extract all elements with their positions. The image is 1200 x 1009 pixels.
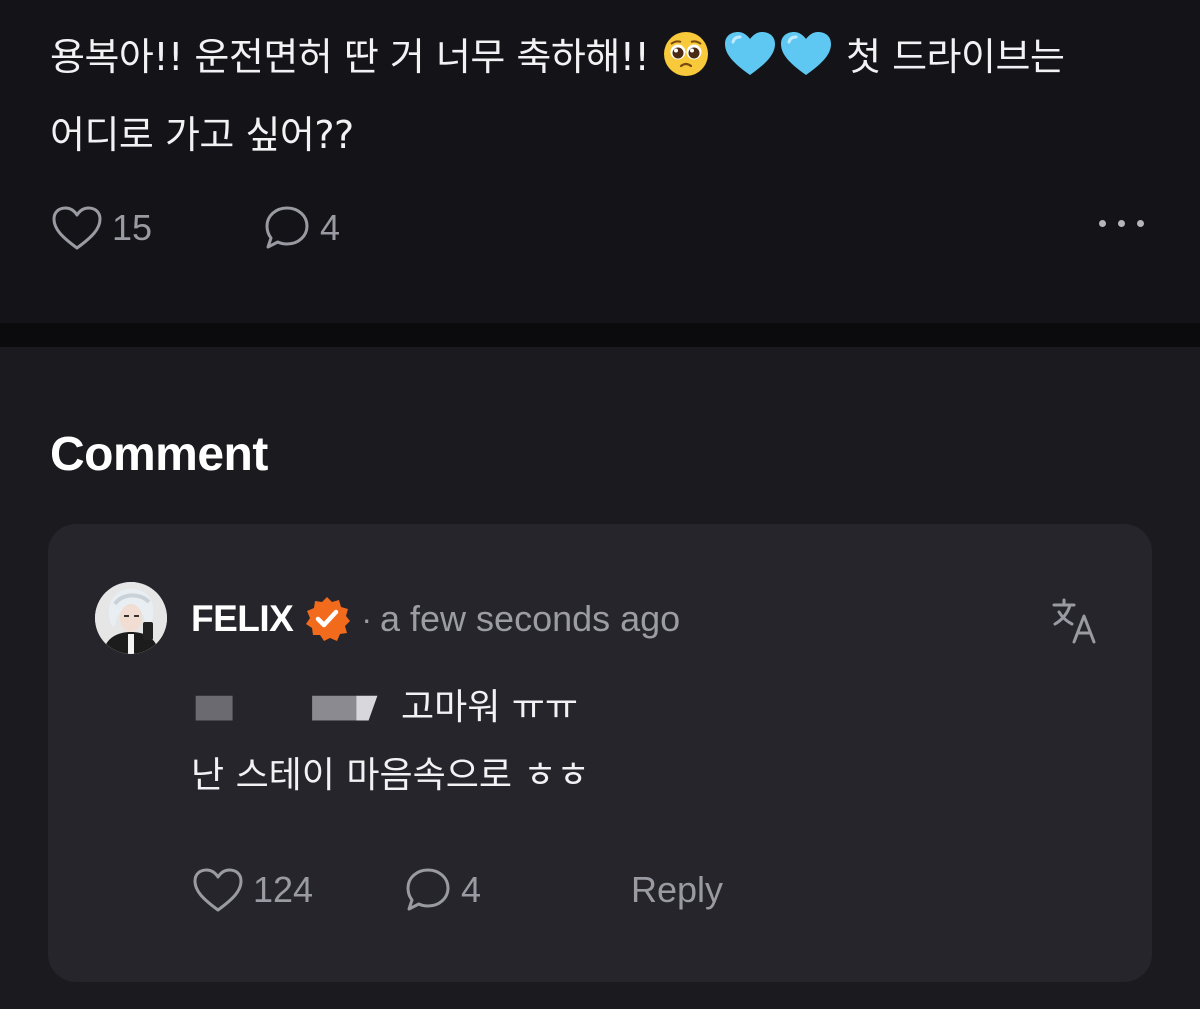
post-text: 용복아!! 운전면허 딴 거 너무 축하해!! 첫 드라이브는 어디로 가고 싶… — [50, 18, 1150, 174]
author-name[interactable]: FELIX — [191, 598, 294, 640]
meta-separator: · — [361, 600, 372, 637]
light-blue-heart-emoji-icon — [781, 32, 832, 75]
more-dot-icon — [1099, 220, 1106, 227]
avatar[interactable] — [95, 582, 167, 654]
post: 용복아!! 운전면허 딴 거 너무 축하해!! 첫 드라이브는 어디로 가고 싶… — [0, 0, 1200, 323]
comment-reply-count-button[interactable]: 4 — [403, 862, 481, 918]
more-options-button[interactable] — [1099, 220, 1144, 227]
post-text-part2: 첫 드라이브는 — [846, 35, 1065, 79]
more-dot-icon — [1118, 220, 1125, 227]
comment-body: 고마워 ㅠㅠ 난 스테이 마음속으로 ㅎㅎ — [191, 674, 1091, 810]
post-text-line2: 어디로 가고 싶어?? — [50, 113, 354, 157]
post-comment-button[interactable]: 4 — [262, 200, 340, 256]
translate-icon — [1052, 598, 1096, 644]
comment-header: FELIX · a few seconds ago — [191, 594, 680, 644]
post-like-count: 15 — [112, 207, 153, 248]
comment-actions: 124 4 Reply — [191, 862, 1091, 918]
section-divider — [0, 323, 1200, 347]
comment-bubble-icon — [265, 206, 309, 249]
comment-text-line2: 난 스테이 마음속으로 ㅎㅎ — [191, 755, 590, 796]
heart-icon — [52, 206, 102, 250]
post-comment-count: 4 — [320, 207, 341, 248]
comment-section: Comment FELIX · a few seconds ago 고마워 ㅠㅠ… — [0, 347, 1200, 1009]
post-like-button[interactable]: 15 — [50, 200, 152, 256]
light-blue-heart-emoji-icon — [725, 32, 776, 75]
comment-card: FELIX · a few seconds ago 고마워 ㅠㅠ 난 스테이 마… — [48, 524, 1152, 982]
comment-section-title: Comment — [50, 428, 268, 481]
pleading-face-emoji-icon — [663, 32, 708, 76]
post-text-part1: 용복아!! 운전면허 딴 거 너무 축하해!! — [50, 35, 650, 79]
comment-like-count: 124 — [253, 869, 314, 910]
more-dot-icon — [1137, 220, 1144, 227]
redacted-mention — [195, 695, 378, 721]
translate-button[interactable] — [1050, 596, 1100, 651]
comment-timestamp: a few seconds ago — [380, 598, 681, 639]
comment-bubble-icon — [406, 868, 450, 911]
post-actions: 15 4 — [50, 200, 1150, 256]
verified-badge-icon — [306, 597, 351, 641]
comment-text-line1: 고마워 ㅠㅠ — [401, 687, 579, 728]
comment-line-1: 고마워 ㅠㅠ — [191, 674, 1091, 742]
avatar-photo — [95, 582, 167, 654]
reply-button[interactable]: Reply — [631, 862, 723, 918]
heart-icon — [193, 868, 243, 912]
comment-reply-count: 4 — [461, 869, 482, 910]
comment-like-button[interactable]: 124 — [191, 862, 313, 918]
